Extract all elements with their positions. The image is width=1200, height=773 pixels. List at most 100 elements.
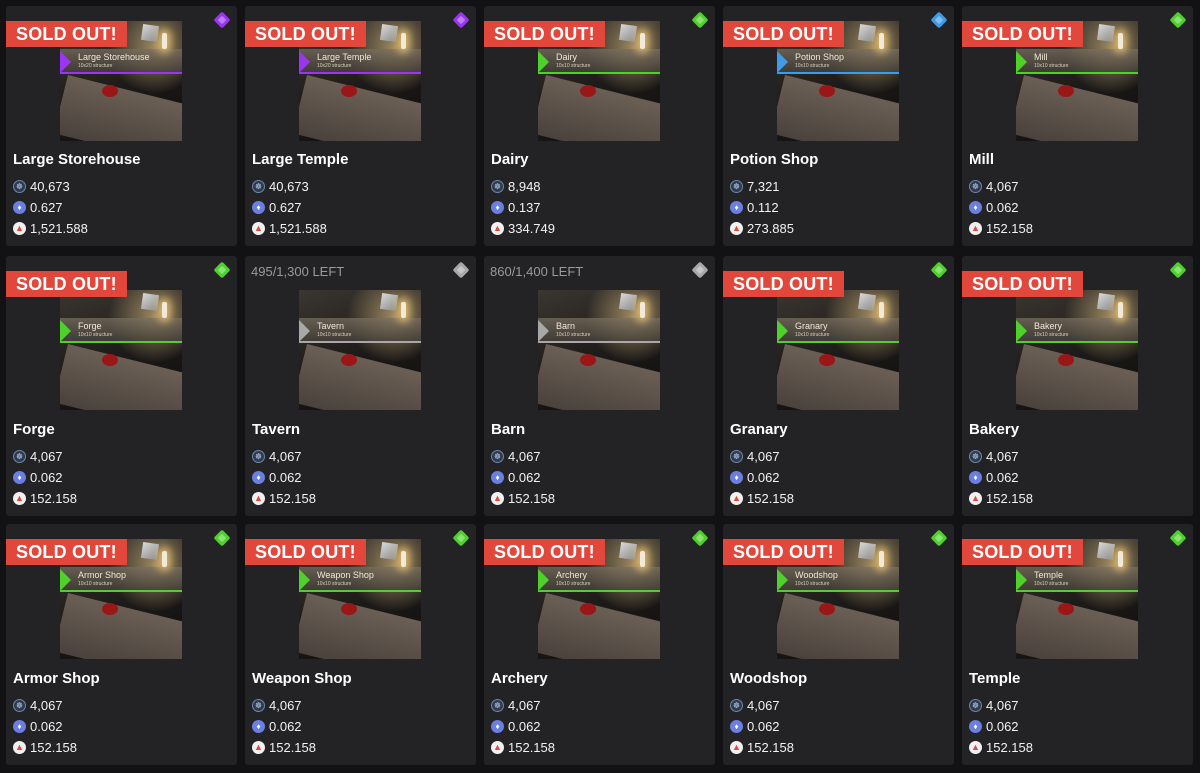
diamond-icon: [452, 11, 470, 29]
triangle-token-icon: ▲: [491, 491, 504, 505]
price-triangle: ▲ 152.158: [730, 739, 794, 755]
item-name: Tavern: [252, 421, 301, 438]
price-token: ☸ 4,067: [730, 448, 780, 464]
triangle-token-icon: ▲: [252, 221, 265, 235]
diamond-icon: [691, 11, 709, 29]
token-icon: ☸: [969, 698, 982, 712]
price-eth: ♦ 0.062: [252, 469, 302, 485]
thumbnail-subtitle: 10x10 structure: [1034, 332, 1069, 338]
item-card[interactable]: Barn 10x10 structure 860/1,400 LEFT Barn…: [484, 256, 715, 516]
rarity-marker-icon: [1016, 320, 1027, 342]
price-eth: ♦ 0.062: [969, 469, 1019, 485]
sold-out-badge: SOLD OUT!: [245, 539, 366, 565]
eth-icon: ♦: [730, 719, 743, 733]
item-card[interactable]: Temple 10x10 structure SOLD OUT! Temple …: [962, 524, 1193, 765]
thumbnail-title: Barn: [556, 321, 576, 331]
price-triangle-value: 334.749: [508, 220, 555, 236]
price-triangle-value: 152.158: [986, 490, 1033, 506]
diamond-icon: [691, 261, 709, 279]
eth-icon: ♦: [969, 200, 982, 214]
price-eth-value: 0.062: [30, 469, 63, 485]
item-card[interactable]: Forge 10x10 structure SOLD OUT! Forge ☸ …: [6, 256, 237, 516]
eth-icon: ♦: [969, 719, 982, 733]
price-triangle-value: 1,521.588: [30, 220, 88, 236]
rarity-marker-icon: [299, 569, 310, 591]
stock-remaining: 495/1,300 LEFT: [251, 264, 345, 279]
diamond-icon: [213, 529, 231, 547]
item-card[interactable]: Woodshop 10x10 structure SOLD OUT! Woods…: [723, 524, 954, 765]
sold-out-badge: SOLD OUT!: [962, 539, 1083, 565]
thumbnail-subtitle: 10x10 structure: [795, 581, 830, 587]
item-card[interactable]: Granary 10x10 structure SOLD OUT! Granar…: [723, 256, 954, 516]
triangle-token-icon: ▲: [491, 221, 504, 235]
item-card[interactable]: Dairy 10x10 structure SOLD OUT! Dairy ☸ …: [484, 6, 715, 246]
diamond-icon: [930, 529, 948, 547]
thumbnail-title: Tavern: [317, 321, 345, 331]
thumbnail-subtitle: 10x10 structure: [1034, 63, 1069, 69]
rarity-marker-icon: [777, 51, 788, 73]
price-eth: ♦ 0.062: [969, 718, 1019, 734]
price-token: ☸ 4,067: [491, 448, 541, 464]
price-triangle-value: 152.158: [508, 490, 555, 506]
item-card[interactable]: Mill 10x10 structure SOLD OUT! Mill ☸ 4,…: [962, 6, 1193, 246]
price-token: ☸ 40,673: [13, 178, 70, 194]
price-token-value: 7,321: [747, 178, 780, 194]
price-triangle: ▲ 334.749: [491, 220, 555, 236]
eth-icon: ♦: [730, 470, 743, 484]
price-triangle-value: 152.158: [269, 739, 316, 755]
diamond-icon: [930, 261, 948, 279]
item-card[interactable]: Armor Shop 10x10 structure SOLD OUT! Arm…: [6, 524, 237, 765]
cube-graphic: [1096, 23, 1116, 43]
price-token-value: 40,673: [269, 178, 309, 194]
wax-seal-graphic: [819, 85, 835, 97]
item-name: Potion Shop: [730, 151, 819, 168]
price-triangle: ▲ 1,521.588: [13, 220, 88, 236]
item-name: Barn: [491, 421, 526, 438]
book-graphic: [777, 593, 899, 659]
stock-remaining: 860/1,400 LEFT: [490, 264, 584, 279]
item-card[interactable]: Weapon Shop 10x10 structure SOLD OUT! We…: [245, 524, 476, 765]
price-eth: ♦ 0.062: [491, 718, 541, 734]
token-icon: ☸: [252, 698, 265, 712]
item-card[interactable]: Bakery 10x10 structure SOLD OUT! Bakery …: [962, 256, 1193, 516]
price-triangle-value: 273.885: [747, 220, 794, 236]
item-thumbnail[interactable]: Granary 10x10 structure: [777, 290, 899, 410]
diamond-icon: [213, 261, 231, 279]
thumbnail-subtitle: 10x10 structure: [556, 332, 591, 338]
item-card[interactable]: Large Storehouse 10x20 structure SOLD OU…: [6, 6, 237, 246]
item-thumbnail[interactable]: Tavern 10x10 structure: [299, 290, 421, 410]
sold-out-badge: SOLD OUT!: [484, 21, 605, 47]
item-card[interactable]: Large Temple 10x20 structure SOLD OUT! L…: [245, 6, 476, 246]
diamond-icon: [213, 11, 231, 29]
rarity-marker-icon: [538, 51, 549, 73]
candle-graphic: [879, 33, 884, 49]
rarity-line: [777, 590, 899, 592]
thumbnail-title: Archery: [556, 570, 588, 580]
price-token-value: 4,067: [30, 697, 63, 713]
price-triangle: ▲ 152.158: [491, 490, 555, 506]
item-card[interactable]: Potion Shop 10x10 structure SOLD OUT! Po…: [723, 6, 954, 246]
item-card[interactable]: Tavern 10x10 structure 495/1,300 LEFT Ta…: [245, 256, 476, 516]
cube-graphic: [618, 23, 638, 43]
item-thumbnail[interactable]: Bakery 10x10 structure: [1016, 290, 1138, 410]
price-eth-value: 0.062: [747, 718, 780, 734]
token-icon: ☸: [491, 179, 504, 193]
book-graphic: [1016, 75, 1138, 141]
rarity-marker-icon: [60, 569, 71, 591]
thumbnail-subtitle: 10x20 structure: [317, 63, 352, 69]
item-name: Temple: [969, 670, 1021, 687]
item-thumbnail[interactable]: Barn 10x10 structure: [538, 290, 660, 410]
item-name: Dairy: [491, 151, 529, 168]
price-token: ☸ 4,067: [13, 697, 63, 713]
eth-icon: ♦: [491, 200, 504, 214]
book-graphic: [538, 344, 660, 410]
triangle-token-icon: ▲: [252, 491, 265, 505]
price-token: ☸ 7,321: [730, 178, 780, 194]
thumbnail-title: Forge: [78, 321, 102, 331]
item-thumbnail[interactable]: Forge 10x10 structure: [60, 290, 182, 410]
triangle-token-icon: ▲: [969, 221, 982, 235]
price-eth-value: 0.062: [986, 718, 1019, 734]
item-card[interactable]: Archery 10x10 structure SOLD OUT! Archer…: [484, 524, 715, 765]
cube-graphic: [857, 23, 877, 43]
diamond-icon: [452, 261, 470, 279]
